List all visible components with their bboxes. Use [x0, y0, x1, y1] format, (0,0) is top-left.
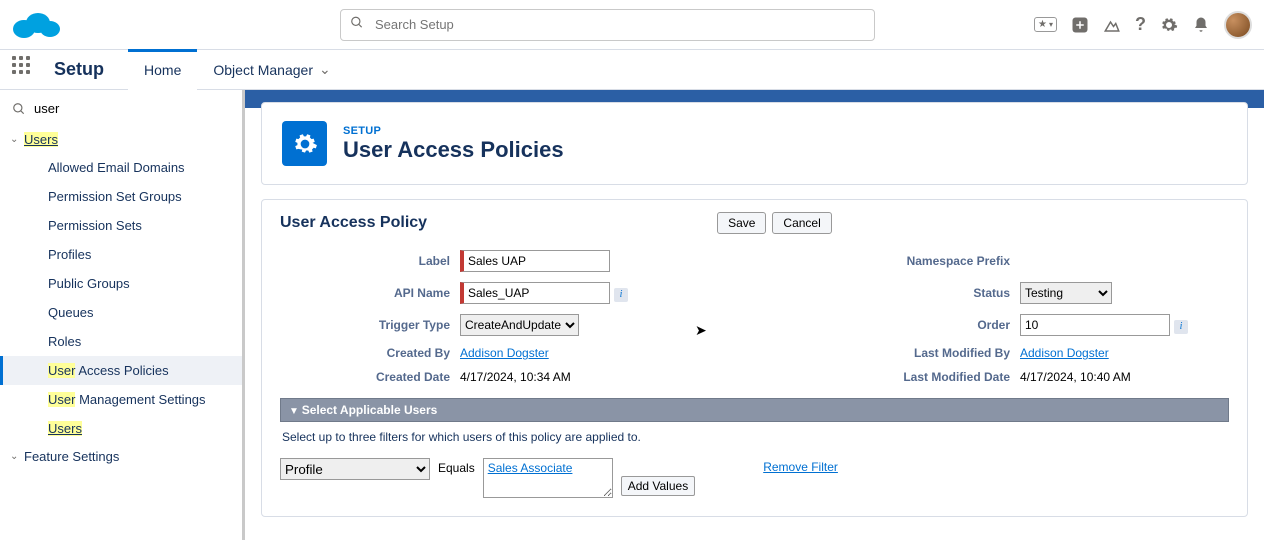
sidebar-item-permission-set-groups[interactable]: Permission Set Groups: [0, 182, 242, 211]
search-icon: [350, 15, 364, 34]
label-input[interactable]: [460, 250, 610, 272]
sidebar-item-profiles[interactable]: Profiles: [0, 240, 242, 269]
help-icon[interactable]: ?: [1135, 14, 1146, 35]
sidebar-item-users[interactable]: Users: [0, 414, 242, 443]
select-applicable-users-section[interactable]: Select Applicable Users: [280, 398, 1229, 422]
last-modified-date-value: 4/17/2024, 10:40 AM: [1020, 370, 1230, 384]
sidebar-item-permission-sets[interactable]: Permission Sets: [0, 211, 242, 240]
add-values-button[interactable]: Add Values: [621, 476, 696, 496]
tab-object-manager[interactable]: Object Manager⌄: [197, 50, 346, 90]
page-title: User Access Policies: [343, 137, 564, 163]
add-icon[interactable]: [1071, 16, 1089, 34]
last-modified-by-label: Last Modified By: [770, 346, 1020, 360]
tree-node-feature-settings[interactable]: ⌄Feature Settings: [0, 443, 242, 470]
app-launcher-icon[interactable]: [12, 56, 40, 84]
tree-node-users[interactable]: ⌄Users: [0, 126, 242, 153]
sidebar-item-user-management-settings[interactable]: User Management Settings: [0, 385, 242, 414]
gear-icon[interactable]: [1160, 16, 1178, 34]
panel-title: User Access Policy: [280, 214, 427, 232]
setup-nav-bar: Setup Home Object Manager⌄: [0, 50, 1264, 90]
status-label: Status: [770, 286, 1020, 300]
created-date-value: 4/17/2024, 10:34 AM: [460, 370, 770, 384]
bell-icon[interactable]: [1192, 16, 1210, 34]
namespace-prefix-label: Namespace Prefix: [770, 254, 1020, 268]
last-modified-by-link[interactable]: Addison Dogster: [1020, 346, 1109, 360]
save-button[interactable]: Save: [717, 212, 766, 234]
page-header: SETUP User Access Policies: [261, 102, 1248, 185]
global-header: ★▾ ?: [0, 0, 1264, 50]
tab-home[interactable]: Home: [128, 50, 197, 90]
trigger-type-label: Trigger Type: [280, 318, 460, 332]
filter-help-text: Select up to three filters for which use…: [280, 422, 1229, 452]
gear-icon: [282, 121, 327, 166]
api-name-label: API Name: [280, 286, 460, 300]
sidebar-item-allowed-email-domains[interactable]: Allowed Email Domains: [0, 153, 242, 182]
info-icon[interactable]: i: [1174, 320, 1188, 334]
app-name-setup: Setup: [54, 59, 104, 80]
page-header-pretitle: SETUP: [343, 125, 564, 137]
salesforce-logo: [12, 9, 60, 41]
search-icon: [12, 102, 26, 121]
favorites-button[interactable]: ★▾: [1034, 17, 1057, 32]
filter-value-input[interactable]: Sales Associate: [483, 458, 613, 498]
sidebar-item-roles[interactable]: Roles: [0, 327, 242, 356]
order-input[interactable]: [1020, 314, 1170, 336]
created-date-label: Created Date: [280, 370, 460, 384]
status-select[interactable]: Testing: [1020, 282, 1112, 304]
sidebar-item-user-access-policies[interactable]: User Access Policies: [0, 356, 242, 385]
remove-filter-link[interactable]: Remove Filter: [763, 458, 838, 474]
label-field-label: Label: [280, 254, 460, 268]
cancel-button[interactable]: Cancel: [772, 212, 831, 234]
quick-find-input[interactable]: [34, 101, 230, 116]
order-label: Order: [770, 318, 1020, 332]
filter-field-select[interactable]: Profile: [280, 458, 430, 480]
api-name-input[interactable]: [460, 282, 610, 304]
setup-tree-sidebar: ⌄Users Allowed Email Domains Permission …: [0, 90, 245, 540]
created-by-label: Created By: [280, 346, 460, 360]
filter-operator-label: Equals: [438, 458, 475, 475]
sidebar-item-queues[interactable]: Queues: [0, 298, 242, 327]
chevron-down-icon: ⌄: [319, 61, 331, 78]
trigger-type-select[interactable]: CreateAndUpdate: [460, 314, 579, 336]
global-search-input[interactable]: [340, 9, 875, 41]
created-by-link[interactable]: Addison Dogster: [460, 346, 549, 360]
sidebar-item-public-groups[interactable]: Public Groups: [0, 269, 242, 298]
avatar[interactable]: [1224, 11, 1252, 39]
trailhead-icon[interactable]: [1103, 16, 1121, 34]
last-modified-date-label: Last Modified Date: [770, 370, 1020, 384]
content-area: SETUP User Access Policies User Access P…: [245, 90, 1264, 540]
user-access-policy-panel: User Access Policy Save Cancel Label Nam…: [261, 199, 1248, 517]
info-icon[interactable]: i: [614, 288, 628, 302]
